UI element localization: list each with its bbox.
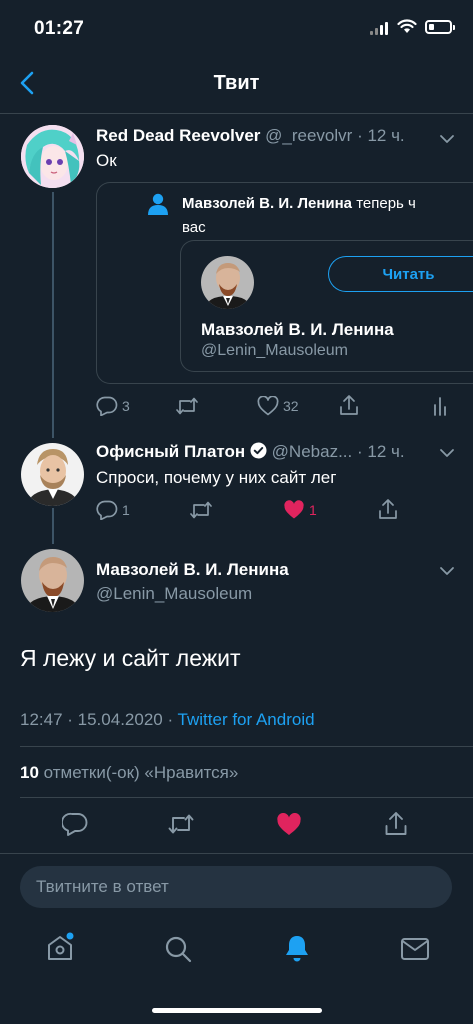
home-icon[interactable] xyxy=(46,932,74,962)
home-indicator xyxy=(152,1008,322,1013)
page-title: Твит xyxy=(213,72,260,94)
analytics-icon xyxy=(434,397,446,416)
account-handle[interactable]: @Lenin_Mausoleum xyxy=(201,342,348,360)
reply-icon xyxy=(96,500,118,520)
chevron-down-icon[interactable] xyxy=(439,131,455,147)
status-time: 01:27 xyxy=(34,18,85,39)
main-tweet-author-name[interactable]: Мавзолей В. И. Ленина xyxy=(96,560,289,580)
likes-count: 10 xyxy=(20,763,39,782)
reply-count: 3 xyxy=(122,398,130,414)
search-icon[interactable] xyxy=(164,935,192,963)
avatar[interactable] xyxy=(21,549,84,612)
verified-icon xyxy=(250,442,267,459)
tweet-text: Ок xyxy=(96,151,117,170)
notice-text-line2: вас xyxy=(182,219,206,236)
main-tweet-timestamp: 12:47 · 15.04.2020 · xyxy=(20,710,174,729)
main-tweet-source[interactable]: Twitter for Android xyxy=(178,710,315,729)
wifi-icon xyxy=(397,19,417,33)
chevron-down-icon[interactable] xyxy=(439,445,455,461)
reply-button[interactable]: 3 xyxy=(96,396,130,416)
battery-icon xyxy=(425,20,455,34)
share-icon xyxy=(340,395,358,415)
reply-icon xyxy=(96,396,118,416)
follow-button[interactable]: Читать xyxy=(328,256,473,292)
tweet-time: · 12 ч. xyxy=(357,126,405,145)
thread-line xyxy=(52,508,54,544)
tweet-author-handle[interactable]: @_reevolvr xyxy=(265,126,352,145)
tweet-author-name[interactable]: Офисный Платон xyxy=(96,442,245,461)
likes-label: отметки(-ок) «Нравится» xyxy=(43,763,239,782)
retweet-button[interactable] xyxy=(175,396,199,416)
divider xyxy=(20,746,473,747)
main-tweet-author-handle[interactable]: @Lenin_Mausoleum xyxy=(96,584,252,604)
bell-icon[interactable] xyxy=(283,933,311,963)
tweet-time: · 12 ч. xyxy=(356,442,405,461)
retweet-icon xyxy=(176,397,198,415)
like-icon xyxy=(284,500,304,519)
analytics-button[interactable] xyxy=(433,396,449,416)
reply-icon[interactable] xyxy=(62,812,88,836)
main-tweet-text: Я лежу и сайт лежит xyxy=(20,645,241,671)
reply-input[interactable]: Твитните в ответ xyxy=(20,866,452,908)
retweet-icon[interactable] xyxy=(167,813,195,835)
tweet-author-handle[interactable]: @Nebaz... xyxy=(272,442,353,461)
tweet-author-name[interactable]: Red Dead Reevolver xyxy=(96,126,260,145)
account-name[interactable]: Мавзолей В. И. Ленина xyxy=(201,320,394,340)
cellular-signal-icon xyxy=(370,22,388,35)
avatar[interactable] xyxy=(21,443,84,506)
like-button[interactable]: 1 xyxy=(283,500,317,520)
header-divider xyxy=(0,113,473,114)
like-count: 1 xyxy=(309,502,317,518)
share-button[interactable] xyxy=(339,394,359,416)
retweet-button[interactable] xyxy=(189,500,213,520)
likes-summary[interactable]: 10 отметки(-ок) «Нравится» xyxy=(20,763,238,783)
person-icon xyxy=(148,193,168,215)
notice-account-name[interactable]: Мавзолей В. И. Ленина xyxy=(182,195,352,212)
share-button[interactable] xyxy=(378,498,398,520)
like-count: 32 xyxy=(283,398,299,414)
notice-text: теперь ч xyxy=(356,195,416,212)
thread-line xyxy=(52,192,54,438)
chevron-down-icon[interactable] xyxy=(439,563,455,579)
retweet-icon xyxy=(190,501,212,519)
reply-count: 1 xyxy=(122,502,130,518)
reply-button[interactable]: 1 xyxy=(96,500,130,520)
tweet-text: Спроси, почему у них сайт лег xyxy=(96,468,337,487)
divider xyxy=(20,797,473,798)
divider xyxy=(0,853,473,854)
share-icon[interactable] xyxy=(384,811,408,836)
like-icon[interactable] xyxy=(276,813,302,836)
like-button[interactable]: 32 xyxy=(257,396,299,416)
mail-icon[interactable] xyxy=(400,937,430,961)
share-icon xyxy=(379,499,397,519)
like-icon xyxy=(257,396,279,416)
avatar[interactable] xyxy=(201,256,254,309)
avatar[interactable] xyxy=(21,125,84,188)
